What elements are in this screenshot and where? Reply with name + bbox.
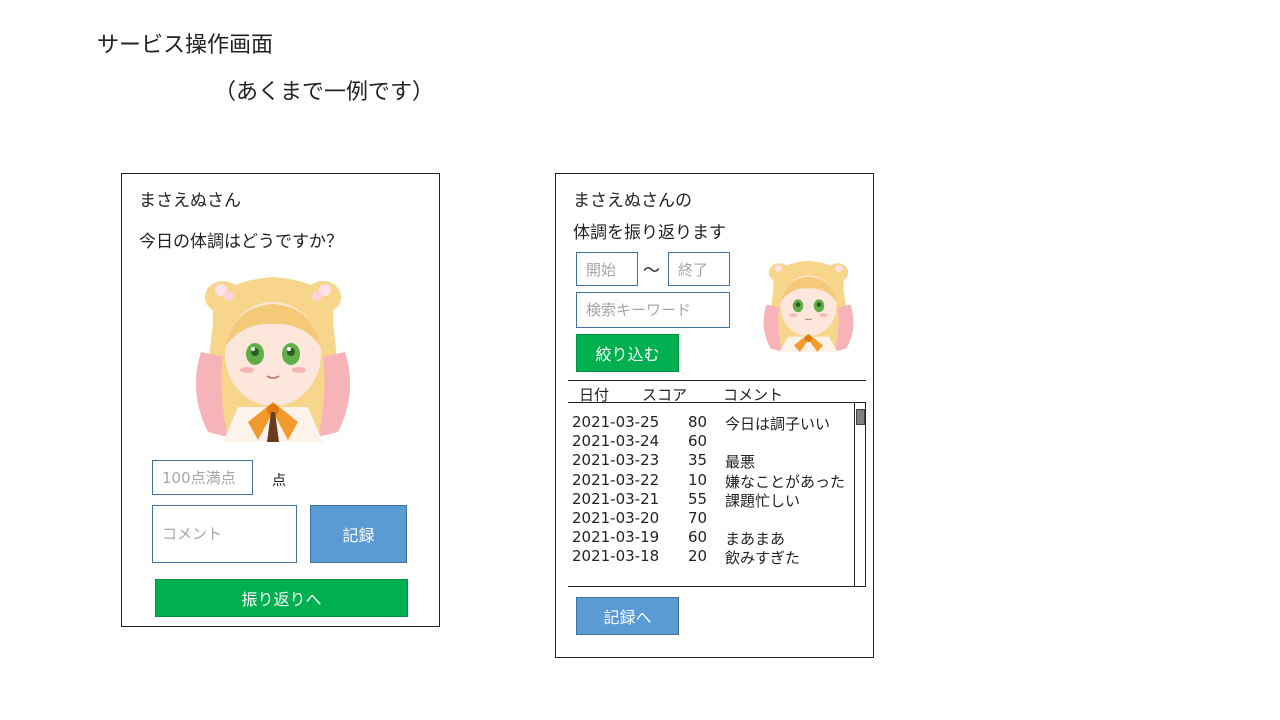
row-comment: 嫌なことがあった bbox=[725, 472, 846, 491]
row-score: 80 bbox=[688, 413, 708, 431]
row-comment: 今日は調子いい bbox=[725, 415, 831, 433]
record-button[interactable]: 記録 bbox=[310, 505, 407, 563]
row-date: 2021-03-18 bbox=[572, 547, 660, 566]
review-heading-line2: 体調を振り返ります bbox=[573, 223, 726, 243]
table-row: 2021-03-19 60 まあまあ bbox=[572, 528, 852, 549]
record-screen: まさえぬさん 今日の体調はどうですか？ 100点満点 点 コメント 記録 振り返… bbox=[121, 173, 440, 627]
page-title: サービス操作画面 bbox=[97, 33, 274, 58]
row-date: 2021-03-24 bbox=[572, 432, 660, 451]
range-separator: ～ bbox=[643, 261, 660, 281]
score-input[interactable]: 100点満点 bbox=[152, 460, 253, 495]
page-subtitle: （あくまで一例です） bbox=[214, 80, 435, 105]
row-date: 2021-03-22 bbox=[572, 470, 660, 489]
row-score: 70 bbox=[688, 509, 708, 527]
avatar-image-small bbox=[756, 252, 861, 352]
review-screen: まさえぬさんの 体調を振り返ります 開始 ～ 終了 検索キーワード 絞り込む 日… bbox=[555, 173, 874, 658]
table-bottom-divider bbox=[568, 586, 866, 587]
go-to-record-button[interactable]: 記録へ bbox=[576, 597, 679, 635]
row-score: 60 bbox=[688, 432, 708, 451]
row-comment: まあまあ bbox=[725, 530, 786, 549]
row-date: 2021-03-21 bbox=[572, 489, 660, 508]
table-header-divider bbox=[568, 402, 866, 403]
scrollbar-thumb[interactable] bbox=[856, 409, 865, 425]
row-score: 60 bbox=[688, 528, 708, 547]
row-comment: 課題忙しい bbox=[725, 491, 801, 510]
avatar-image bbox=[183, 262, 363, 442]
history-table-body: 2021-03-25 80 今日は調子いい 2021-03-24 60 2021-03-2… bbox=[572, 413, 852, 583]
table-row: 2021-03-18 20 飲みすぎた bbox=[572, 547, 852, 568]
table-row: 2021-03-25 80 今日は調子いい bbox=[572, 413, 852, 433]
review-heading-line1: まさえぬさんの bbox=[573, 191, 692, 211]
row-score: 10 bbox=[688, 470, 708, 489]
comment-input[interactable]: コメント bbox=[152, 505, 297, 563]
start-date-input[interactable]: 開始 bbox=[576, 252, 638, 286]
review-button[interactable]: 振り返りへ bbox=[155, 579, 408, 617]
score-unit-label: 点 bbox=[272, 473, 286, 489]
row-comment: 飲みすぎた bbox=[725, 549, 801, 568]
table-scrollbar[interactable] bbox=[854, 403, 866, 586]
question-text: 今日の体調はどうですか？ bbox=[139, 232, 343, 252]
keyword-search-input[interactable]: 検索キーワード bbox=[576, 292, 730, 328]
table-row: 2021-03-21 55 課題忙しい bbox=[572, 489, 852, 510]
filter-button[interactable]: 絞り込む bbox=[576, 334, 679, 372]
table-row: 2021-03-20 70 bbox=[572, 509, 852, 528]
user-name: まさえぬさん bbox=[139, 191, 241, 211]
end-date-input[interactable]: 終了 bbox=[668, 252, 730, 286]
row-score: 20 bbox=[688, 547, 708, 566]
row-date: 2021-03-20 bbox=[572, 509, 660, 527]
table-row: 2021-03-23 35 最悪 bbox=[572, 451, 852, 472]
row-score: 55 bbox=[688, 489, 708, 508]
row-date: 2021-03-19 bbox=[572, 528, 660, 547]
row-score: 35 bbox=[688, 451, 708, 470]
table-row: 2021-03-22 10 嫌なことがあった bbox=[572, 470, 852, 491]
row-date: 2021-03-25 bbox=[572, 413, 660, 431]
row-comment: 最悪 bbox=[725, 453, 756, 472]
table-row: 2021-03-24 60 bbox=[572, 432, 852, 451]
row-date: 2021-03-23 bbox=[572, 451, 660, 470]
table-top-divider bbox=[568, 380, 866, 381]
